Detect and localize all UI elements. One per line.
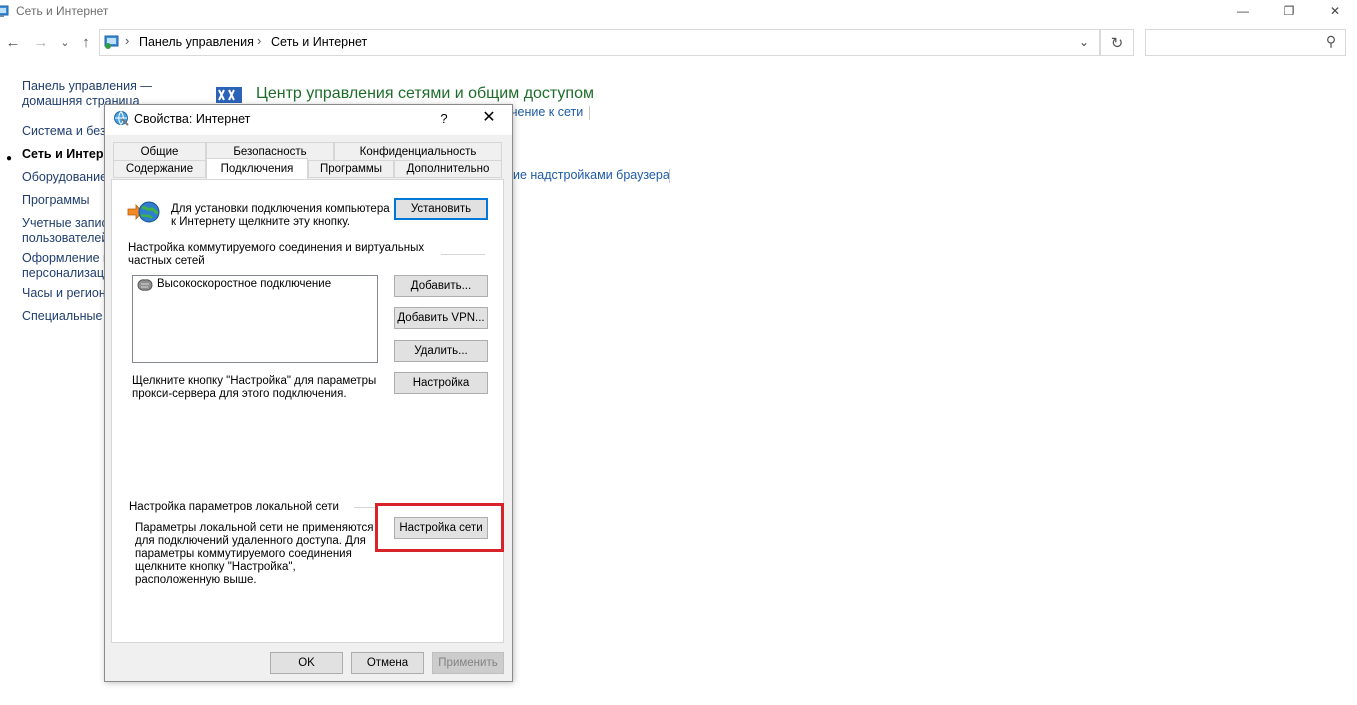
search-icon[interactable]: ⚲ xyxy=(1323,33,1339,49)
ok-button[interactable]: OK xyxy=(270,652,343,674)
sidebar-item-appearance[interactable]: Оформление и xyxy=(22,251,104,265)
sidebar-item-clock-region[interactable]: Часы и регион xyxy=(22,286,104,300)
current-page-bullet: ● xyxy=(6,153,13,164)
forward-arrow-icon[interactable]: → xyxy=(32,33,50,51)
category-title[interactable]: Центр управления сетями и общим доступом xyxy=(256,85,594,103)
sidebar-item-appearance-2[interactable]: персонализация xyxy=(22,266,104,280)
sidebar-item-network-internet: Сеть и Интернет xyxy=(22,147,104,161)
group-divider xyxy=(441,254,485,255)
setup-description-line1: Для установки подключения компьютера xyxy=(171,203,390,215)
sidebar-item-user-accounts[interactable]: Учетные записи xyxy=(22,216,104,230)
help-icon[interactable]: ? xyxy=(436,110,452,126)
link-separator xyxy=(589,106,590,120)
internet-options-icon xyxy=(114,111,129,126)
tab-connections[interactable]: Подключения xyxy=(206,158,308,179)
tab-programs[interactable]: Программы xyxy=(308,160,394,178)
connection-settings-button[interactable]: Настройка xyxy=(394,372,488,394)
broadband-connection-icon xyxy=(137,279,153,291)
dialog-title: Свойства: Интернет xyxy=(134,112,251,126)
lan-description-line2: для подключений удаленного доступа. Для xyxy=(135,535,366,547)
lan-group-label: Настройка параметров локальной сети xyxy=(129,501,339,513)
refresh-button[interactable]: ↻ xyxy=(1100,29,1134,56)
sidebar-item-user-accounts-2[interactable]: пользователей xyxy=(22,231,104,245)
back-arrow-icon[interactable]: ← xyxy=(4,33,22,51)
network-folder-icon xyxy=(0,5,9,17)
lan-description-line1: Параметры локальной сети не применяются xyxy=(135,522,374,534)
tab-general[interactable]: Общие xyxy=(113,142,206,160)
cancel-button[interactable]: Отмена xyxy=(351,652,424,674)
apply-button[interactable]: Применить xyxy=(432,652,504,674)
proxy-description-line2: прокси-сервера для этого подключения. xyxy=(132,388,347,400)
dialup-group-label-line1: Настройка коммутируемого соединения и ви… xyxy=(128,242,425,254)
breadcrumb-control-panel[interactable]: Панель управления xyxy=(139,35,254,49)
restore-button[interactable]: ❐ xyxy=(1266,0,1312,22)
sidebar-item-system-security[interactable]: Система и безопасность xyxy=(22,124,104,138)
sidebar-item-control-panel-home[interactable]: Панель управления — xyxy=(22,79,152,93)
red-highlight-box xyxy=(375,503,504,552)
window-titlebar xyxy=(0,0,1357,24)
add-connection-button[interactable]: Добавить... xyxy=(394,275,488,297)
lan-description-line5: расположенную выше. xyxy=(135,574,257,586)
address-dropdown-chevron-icon[interactable]: ⌄ xyxy=(1075,33,1093,51)
connection-item[interactable]: Высокоскоростное подключение xyxy=(157,278,331,291)
dialup-group-label-line2: частных сетей xyxy=(128,255,205,267)
recent-locations-chevron-icon[interactable]: ⌄ xyxy=(56,33,74,51)
window-title: Сеть и Интернет xyxy=(16,4,109,18)
sidebar-item-hardware-sound[interactable]: Оборудование и звук xyxy=(22,170,104,184)
link-separator xyxy=(669,169,670,183)
category-link-connect[interactable]: чение к сети xyxy=(511,105,583,119)
minimize-button[interactable]: — xyxy=(1220,0,1266,22)
close-window-button[interactable]: ✕ xyxy=(1312,0,1357,22)
search-input[interactable] xyxy=(1145,29,1346,56)
breadcrumb-separator: › xyxy=(125,33,130,48)
setup-description-line2: к Интернету щелкните эту кнопку. xyxy=(171,216,350,228)
network-sharing-center-icon xyxy=(216,87,242,103)
sidebar-item-programs[interactable]: Программы xyxy=(22,193,104,207)
category-link-addons[interactable]: ие надстройками браузера xyxy=(513,168,670,182)
globe-setup-icon xyxy=(127,201,160,223)
tab-privacy[interactable]: Конфиденциальность xyxy=(334,142,502,160)
control-panel-icon xyxy=(104,35,119,49)
lan-description-line4: щелкните кнопку "Настройка", xyxy=(135,561,296,573)
proxy-description-line1: Щелкните кнопку "Настройка" для параметр… xyxy=(132,375,377,387)
lan-description-line3: параметры коммутируемого соединения xyxy=(135,548,352,560)
add-vpn-button[interactable]: Добавить VPN... xyxy=(394,307,488,329)
breadcrumb-network-internet[interactable]: Сеть и Интернет xyxy=(271,35,367,49)
sidebar-item-ease-of-access[interactable]: Специальные возможности xyxy=(22,309,104,323)
dialog-close-icon[interactable]: ✕ xyxy=(480,108,498,126)
setup-button[interactable]: Установить xyxy=(394,198,488,220)
up-arrow-icon[interactable]: ↑ xyxy=(77,33,95,51)
tab-advanced[interactable]: Дополнительно xyxy=(394,160,502,178)
breadcrumb-separator: › xyxy=(257,33,262,48)
remove-connection-button[interactable]: Удалить... xyxy=(394,340,488,362)
tab-content[interactable]: Содержание xyxy=(113,160,206,178)
